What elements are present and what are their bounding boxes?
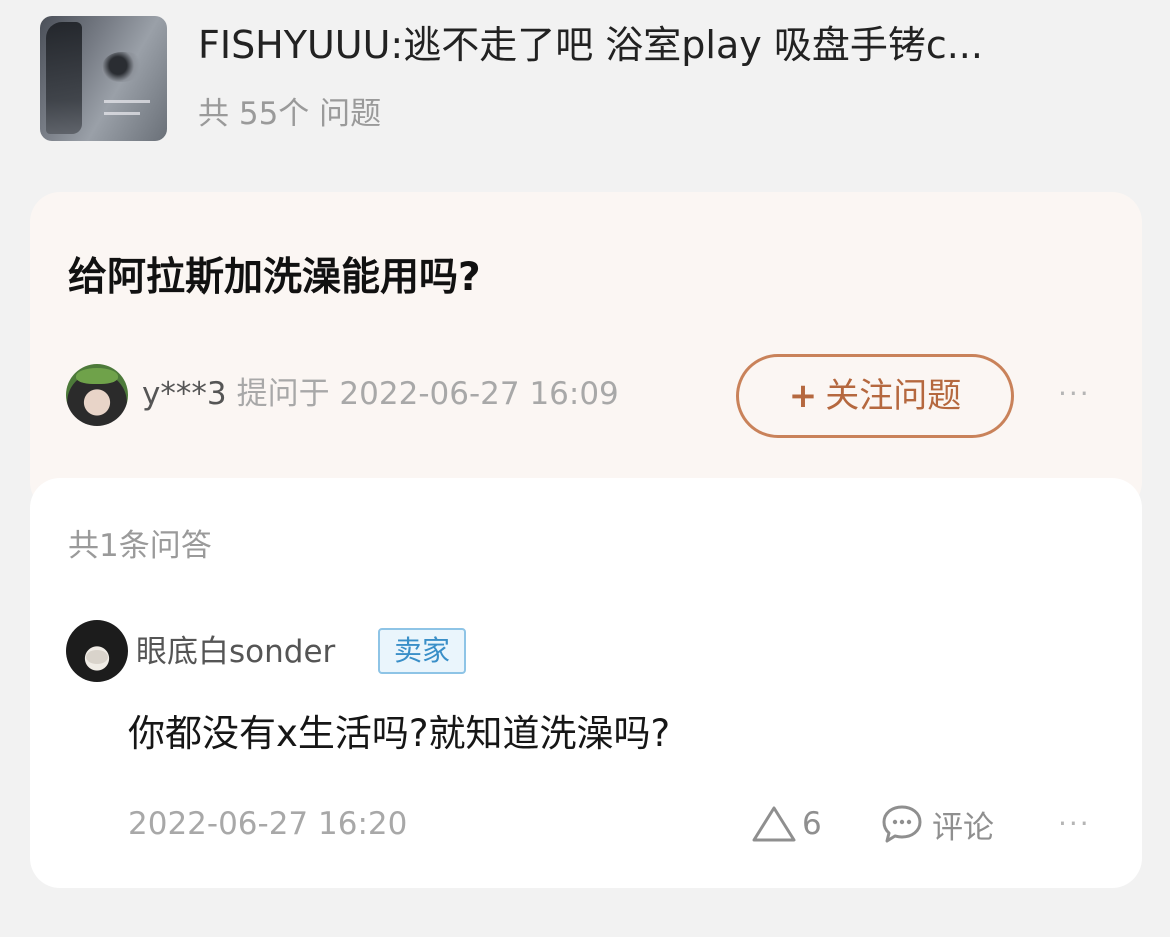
- plus-icon: +: [788, 376, 818, 416]
- product-title[interactable]: FISHYUUU:逃不走了吧 浴室play 吸盘手铐c...: [198, 22, 1128, 68]
- more-options-icon[interactable]: ···: [1058, 374, 1091, 414]
- triangle-up-icon: [752, 806, 796, 842]
- answers-card: 共1条问答 眼底白sonder 卖家 你都没有x生活吗?就知道洗澡吗? 2022…: [30, 478, 1142, 888]
- comment-label: 评论: [932, 809, 994, 846]
- asker-name[interactable]: y***3: [142, 376, 227, 412]
- answerer-avatar[interactable]: [66, 620, 128, 682]
- asked-time: 提问于 2022-06-27 16:09: [236, 376, 619, 412]
- follow-question-button[interactable]: + 关注问题: [736, 354, 1014, 438]
- answers-count: 共1条问答: [68, 528, 212, 564]
- product-thumbnail[interactable]: [40, 16, 167, 141]
- answer-text: 你都没有x生活吗?就知道洗澡吗?: [128, 712, 671, 755]
- asker-avatar[interactable]: [66, 364, 128, 426]
- comment-button[interactable]: 评论: [880, 800, 994, 848]
- asker-meta: y***3 提问于 2022-06-27 16:09: [142, 374, 619, 414]
- answerer-name[interactable]: 眼底白sonder: [136, 632, 335, 672]
- like-count: 6: [802, 806, 822, 842]
- answer-more-options-icon[interactable]: ···: [1058, 804, 1091, 844]
- product-header[interactable]: FISHYUUU:逃不走了吧 浴室play 吸盘手铐c... 共 55个 问题: [40, 16, 1140, 146]
- seller-badge: 卖家: [378, 628, 466, 674]
- answer-time: 2022-06-27 16:20: [128, 806, 408, 842]
- follow-question-label: 关注问题: [825, 376, 962, 416]
- like-button[interactable]: 6: [750, 800, 822, 848]
- comment-bubble-icon: [882, 805, 922, 843]
- question-title: 给阿拉斯加洗澡能用吗?: [68, 255, 481, 300]
- question-card: 给阿拉斯加洗澡能用吗? y***3 提问于 2022-06-27 16:09 + 关…: [30, 192, 1142, 512]
- page: FISHYUUU:逃不走了吧 浴室play 吸盘手铐c... 共 55个 问题 …: [0, 0, 1170, 937]
- question-count: 共 55个 问题: [198, 96, 382, 132]
